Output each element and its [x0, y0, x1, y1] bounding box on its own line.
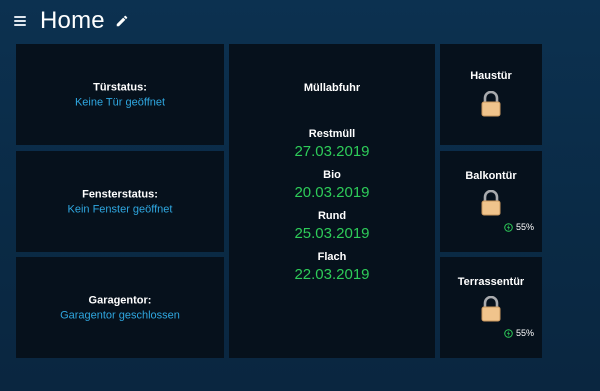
window-status-value: Kein Fenster geöffnet	[67, 203, 173, 215]
door-name: Haustür	[470, 70, 512, 82]
door-status-card[interactable]: Türstatus: Keine Tür geöffnet	[16, 44, 224, 145]
battery-indicator: 55%	[504, 328, 534, 338]
balcony-door-lock-card[interactable]: Balkontür 55%	[440, 151, 542, 252]
lock-icon	[481, 296, 501, 322]
collection-date: 22.03.2019	[294, 266, 370, 283]
door-name: Balkontür	[465, 170, 517, 182]
garage-status-value: Garagentor geschlossen	[60, 309, 180, 321]
window-status-card[interactable]: Fensterstatus: Kein Fenster geöffnet	[16, 151, 224, 252]
waste-collection-title: Müllabfuhr	[303, 82, 361, 94]
terrace-door-lock-card[interactable]: Terrassentür 55%	[440, 257, 542, 358]
battery-charge-icon	[504, 222, 513, 232]
waste-type-label: Restmüll	[308, 128, 356, 140]
door-status-value: Keine Tür geöffnet	[74, 96, 166, 108]
door-status-label: Türstatus:	[93, 81, 147, 93]
garage-status-card[interactable]: Garagentor: Garagentor geschlossen	[16, 257, 224, 358]
lock-icon	[481, 190, 501, 216]
waste-type-label: Flach	[317, 251, 347, 263]
front-door-lock-card[interactable]: Haustür	[440, 44, 542, 145]
collection-date: 25.03.2019	[294, 225, 370, 242]
lock-icon	[481, 91, 501, 117]
door-name: Terrassentür	[457, 276, 525, 288]
collection-date: 20.03.2019	[294, 184, 370, 201]
garage-status-label: Garagentor:	[88, 294, 152, 306]
battery-charge-icon	[504, 328, 513, 338]
waste-type-label: Bio	[323, 169, 341, 181]
battery-level: 55%	[515, 222, 534, 232]
window-status-label: Fensterstatus:	[82, 188, 158, 200]
list-item: Rund 25.03.2019	[229, 210, 435, 242]
header: Home	[14, 6, 129, 36]
list-item: Restmüll 27.03.2019	[229, 128, 435, 160]
waste-collection-list: Restmüll 27.03.2019 Bio 20.03.2019 Rund …	[229, 128, 435, 292]
list-item: Flach 22.03.2019	[229, 251, 435, 283]
page-title: Home	[40, 7, 105, 34]
pencil-icon[interactable]	[115, 14, 129, 28]
list-item: Bio 20.03.2019	[229, 169, 435, 201]
waste-collection-card[interactable]: Müllabfuhr Restmüll 27.03.2019 Bio 20.03…	[229, 44, 435, 358]
menu-icon[interactable]	[14, 16, 26, 26]
waste-type-label: Rund	[317, 210, 347, 222]
battery-level: 55%	[515, 328, 534, 338]
collection-date: 27.03.2019	[294, 143, 370, 160]
battery-indicator: 55%	[504, 222, 534, 232]
